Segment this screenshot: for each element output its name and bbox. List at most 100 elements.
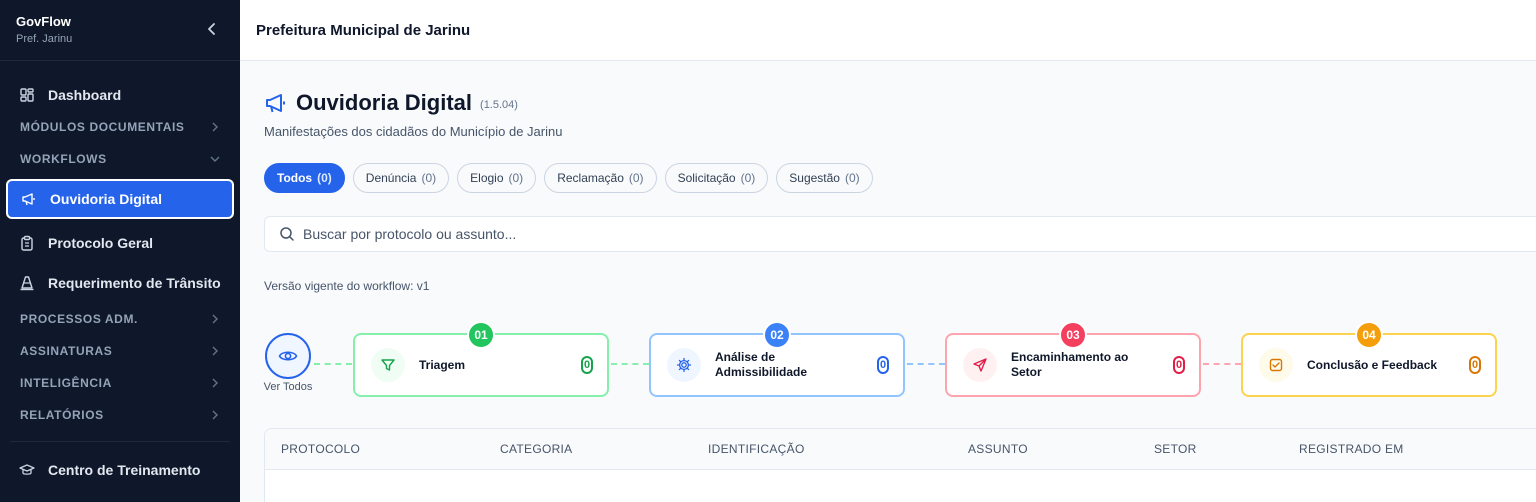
sidebar-item-dashboard[interactable]: Dashboard xyxy=(6,79,234,111)
search-box xyxy=(264,216,1536,252)
sidebar-section-inteligencia[interactable]: INTELIGÊNCIA xyxy=(6,367,234,399)
sidebar-section-processos-adm[interactable]: PROCESSOS ADM. xyxy=(6,303,234,335)
filter-label: Elogio xyxy=(470,171,504,185)
filter-count: (0) xyxy=(421,171,437,185)
view-all-button[interactable] xyxy=(265,333,311,379)
column-header-categoria[interactable]: CATEGORIA xyxy=(500,442,573,456)
stage-name: Encaminhamento ao Setor xyxy=(1011,350,1173,380)
section-label: ASSINATURAS xyxy=(20,344,113,358)
sidebar-item-ouvidoria-digital[interactable]: Ouvidoria Digital xyxy=(6,179,234,219)
sidebar-section-modulos-documentais[interactable]: MÓDULOS DOCUMENTAIS xyxy=(6,111,234,143)
page-title: Ouvidoria Digital xyxy=(296,90,473,115)
chevron-right-icon xyxy=(212,378,218,388)
chevron-right-icon xyxy=(212,346,218,356)
sidebar-item-requerimento-de-transito[interactable]: Requerimento de Trânsito xyxy=(6,263,234,303)
municipality-title: Prefeitura Municipal de Jarinu xyxy=(256,21,471,39)
view-all-stages[interactable]: Ver Todos xyxy=(264,333,312,393)
sidebar-item-label: Ouvidoria Digital xyxy=(50,191,163,207)
layout-grid-icon xyxy=(19,87,35,103)
sidebar-nav: Dashboard MÓDULOS DOCUMENTAIS WORKFLOWS … xyxy=(0,61,240,490)
workflow-pipeline: Ver Todos 01 Triagem 0 02 Análise de Admi… xyxy=(264,313,1536,413)
collapse-sidebar-icon[interactable] xyxy=(206,21,218,37)
search-input[interactable] xyxy=(303,226,903,242)
stage-name: Conclusão e Feedback xyxy=(1307,358,1469,373)
connector xyxy=(1203,363,1241,365)
section-label: MÓDULOS DOCUMENTAIS xyxy=(20,120,185,134)
clipboard-icon xyxy=(19,235,35,251)
stage-number: 02 xyxy=(763,321,791,349)
column-header-identificacao[interactable]: IDENTIFICAÇÃO xyxy=(708,442,805,456)
column-header-protocolo[interactable]: PROTOCOLO xyxy=(281,442,360,456)
stage-count: 0 xyxy=(1173,356,1185,374)
stage-analise-de-admissibilidade[interactable]: 02 Análise de Admissibilidade 0 xyxy=(649,321,905,397)
sidebar-divider xyxy=(10,441,230,442)
stage-name: Triagem xyxy=(419,358,581,373)
sidebar-item-centro-de-treinamento[interactable]: Centro de Treinamento xyxy=(6,450,234,490)
filter-count: (0) xyxy=(508,171,524,185)
settings-icon xyxy=(667,348,701,382)
graduation-cap-icon xyxy=(19,462,35,478)
stage-encaminhamento-ao-setor[interactable]: 03 Encaminhamento ao Setor 0 xyxy=(945,321,1201,397)
filter-icon xyxy=(371,348,405,382)
check-square-icon xyxy=(1259,348,1293,382)
filter-label: Sugestão xyxy=(789,171,840,185)
sidebar-item-label: Protocolo Geral xyxy=(48,235,154,251)
eye-icon xyxy=(278,351,298,361)
filter-todos[interactable]: Todos (0) xyxy=(264,163,345,193)
section-label: RELATÓRIOS xyxy=(20,408,104,422)
filter-label: Todos xyxy=(277,171,313,185)
stage-name-line: Triagem xyxy=(419,357,466,372)
sidebar-item-label: Dashboard xyxy=(48,87,122,103)
stage-name-line: Setor xyxy=(1011,365,1042,379)
stage-number: 04 xyxy=(1355,321,1383,349)
filter-label: Reclamação xyxy=(557,171,624,185)
megaphone-icon xyxy=(266,94,285,113)
module-version: (1.5.04) xyxy=(480,98,518,111)
page-header: Ouvidoria Digital (1.5.04) xyxy=(264,90,1536,116)
filter-label: Solicitação xyxy=(677,171,736,185)
filter-reclamacao[interactable]: Reclamação (0) xyxy=(544,163,657,193)
traffic-cone-icon xyxy=(19,275,35,291)
stage-number: 03 xyxy=(1059,321,1087,349)
sidebar-section-workflows[interactable]: WORKFLOWS xyxy=(6,143,234,175)
column-header-assunto[interactable]: ASSUNTO xyxy=(968,442,1028,456)
stage-number: 01 xyxy=(467,321,495,349)
filter-sugestao[interactable]: Sugestão (0) xyxy=(776,163,873,193)
sidebar-item-protocolo-geral[interactable]: Protocolo Geral xyxy=(6,223,234,263)
page-subtitle: Manifestações dos cidadãos do Município … xyxy=(264,124,563,139)
sidebar-section-relatorios[interactable]: RELATÓRIOS xyxy=(6,399,234,431)
filter-elogio[interactable]: Elogio (0) xyxy=(457,163,537,193)
section-label: PROCESSOS ADM. xyxy=(20,312,138,326)
manifestations-table: PROTOCOLO CATEGORIA IDENTIFICAÇÃO ASSUNT… xyxy=(264,428,1536,502)
send-icon xyxy=(963,348,997,382)
search-icon xyxy=(280,227,294,241)
column-header-registrado-em[interactable]: REGISTRADO EM xyxy=(1299,442,1404,456)
stage-name: Análise de Admissibilidade xyxy=(715,350,877,380)
brand-name: GovFlow xyxy=(16,14,71,29)
column-header-setor[interactable]: SETOR xyxy=(1154,442,1197,456)
connector xyxy=(907,363,945,365)
chevron-right-icon xyxy=(212,314,218,324)
filter-solicitacao[interactable]: Solicitação (0) xyxy=(664,163,769,193)
stage-name-line: Análise de xyxy=(715,350,776,364)
filter-count: (0) xyxy=(628,171,644,185)
category-filters: Todos (0) Denúncia (0) Elogio (0) Reclamaçã… xyxy=(264,163,1536,193)
stage-triagem[interactable]: 01 Triagem 0 xyxy=(353,321,609,397)
filter-count: (0) xyxy=(740,171,756,185)
workflow-version: Versão vigente do workflow: v1 xyxy=(264,279,430,293)
stage-name-line: Encaminhamento ao xyxy=(1011,350,1129,364)
sidebar-item-label: Centro de Treinamento xyxy=(48,462,201,478)
section-label: INTELIGÊNCIA xyxy=(20,376,112,390)
filter-count: (0) xyxy=(844,171,860,185)
megaphone-icon xyxy=(21,191,37,207)
table-header: PROTOCOLO CATEGORIA IDENTIFICAÇÃO ASSUNT… xyxy=(265,429,1536,470)
stage-count: 0 xyxy=(581,356,593,374)
chevron-down-icon xyxy=(210,156,220,162)
organization-name: Pref. Jarinu xyxy=(16,33,73,45)
filter-denuncia[interactable]: Denúncia (0) xyxy=(352,163,450,193)
main-content: Ouvidoria Digital (1.5.04) Manifestações… xyxy=(264,61,1536,502)
sidebar-section-assinaturas[interactable]: ASSINATURAS xyxy=(6,335,234,367)
stage-conclusao-e-feedback[interactable]: 04 Conclusão e Feedback 0 xyxy=(1241,321,1497,397)
stage-count: 0 xyxy=(1469,356,1481,374)
sidebar: GovFlow Pref. Jarinu Dashboard MÓDULOS D… xyxy=(0,0,240,502)
